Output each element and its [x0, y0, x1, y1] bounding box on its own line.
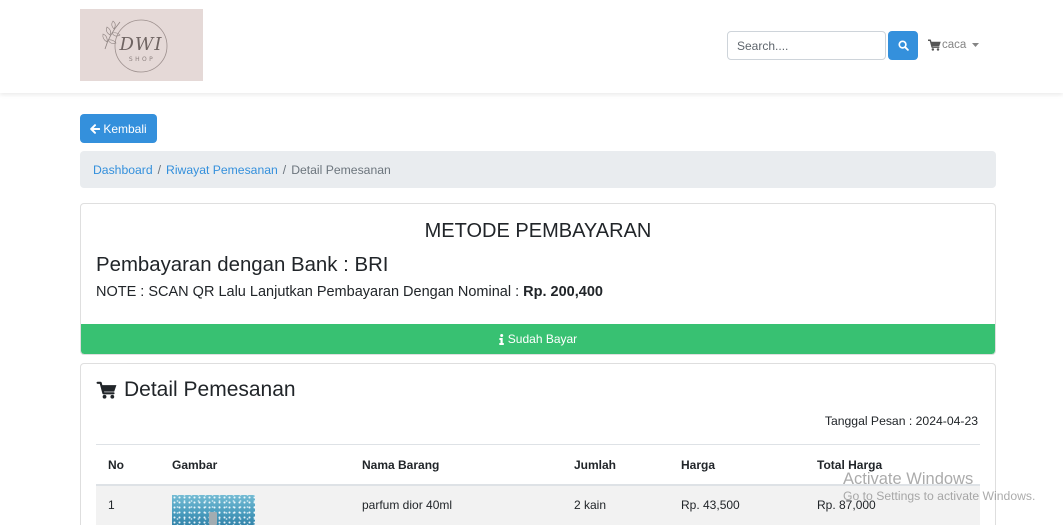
payment-amount: Rp. 200,400: [523, 284, 603, 300]
arrow-left-icon: [90, 123, 101, 134]
column-header-quantity: Jumlah: [574, 457, 617, 472]
order-detail-title-text: Detail Pemesanan: [124, 378, 296, 401]
column-header-total-price: Total Harga: [817, 457, 883, 472]
order-date-label: Tanggal Pesan :: [824, 414, 913, 428]
order-date: Tanggal Pesan : 2024-04-23: [825, 413, 978, 429]
column-header-price: Harga: [681, 457, 716, 472]
cart-icon: [96, 381, 117, 399]
cart-link[interactable]: [928, 39, 941, 51]
breadcrumb-dashboard[interactable]: Dashboard: [93, 163, 153, 177]
user-name: caca: [942, 39, 967, 51]
column-header-item-name: Nama Barang: [362, 457, 440, 472]
cart-icon: [928, 39, 941, 51]
table-row: 1 parfum dior 40ml 2 kain Rp. 43,500 Rp.…: [96, 486, 980, 525]
payment-method-heading: METODE PEMBAYARAN: [424, 220, 652, 242]
already-paid-button[interactable]: Sudah Bayar: [81, 324, 995, 354]
order-date-value: 2024-04-23: [915, 414, 978, 428]
search-button[interactable]: [888, 31, 918, 60]
breadcrumb-separator: /: [282, 162, 287, 177]
order-table: No Gambar Nama Barang Jumlah Harga Total…: [96, 444, 980, 525]
breadcrumb: Dashboard / Riwayat Pemesanan / Detail P…: [80, 151, 996, 188]
product-image-cell: [160, 486, 350, 525]
product-image: [172, 495, 255, 525]
bank-name: BRI: [354, 254, 389, 276]
order-detail-card: Detail Pemesanan Tanggal Pesan : 2024-04…: [80, 363, 996, 525]
top-navbar: DWI SHOP caca: [0, 0, 1063, 93]
item-price: Rp. 43,500: [681, 498, 740, 512]
payment-note: NOTE : SCAN QR Lalu Lanjutkan Pembayaran…: [96, 282, 603, 302]
already-paid-label: Sudah Bayar: [507, 332, 578, 346]
shop-logo[interactable]: DWI SHOP: [80, 9, 203, 81]
bank-info: Pembayaran dengan Bank : BRI: [96, 253, 388, 277]
order-detail-title: Detail Pemesanan: [96, 377, 296, 403]
search-icon: [897, 40, 909, 51]
breadcrumb-order-history[interactable]: Riwayat Pemesanan: [166, 163, 278, 177]
info-icon: [499, 333, 504, 345]
caret-down-icon: [972, 43, 980, 47]
table-header-row: No Gambar Nama Barang Jumlah Harga Total…: [96, 444, 980, 486]
breadcrumb-current: Detail Pemesanan: [291, 162, 391, 177]
payment-note-text: NOTE : SCAN QR Lalu Lanjutkan Pembayaran…: [96, 284, 520, 300]
row-number: 1: [108, 498, 115, 512]
user-dropdown[interactable]: caca: [942, 37, 980, 53]
payment-method-card: METODE PEMBAYARAN Pembayaran dengan Bank…: [80, 203, 996, 355]
column-header-no: No: [108, 457, 124, 472]
page: DWI SHOP caca: [0, 0, 1063, 525]
search-input[interactable]: [727, 31, 886, 60]
logo-graphic: DWI SHOP: [102, 19, 168, 73]
column-header-image: Gambar: [172, 457, 218, 472]
logo-subtext: SHOP: [129, 56, 155, 63]
back-button-label: Kembali: [103, 121, 147, 136]
back-button[interactable]: Kembali: [80, 114, 157, 143]
item-name: parfum dior 40ml: [362, 498, 453, 512]
item-total-price: Rp. 87,000: [817, 498, 876, 512]
breadcrumb-separator: /: [157, 162, 162, 177]
item-quantity: 2 kain: [574, 498, 607, 512]
logo-wordmark: DWI: [118, 34, 162, 55]
bank-label: Pembayaran dengan Bank :: [96, 254, 349, 276]
